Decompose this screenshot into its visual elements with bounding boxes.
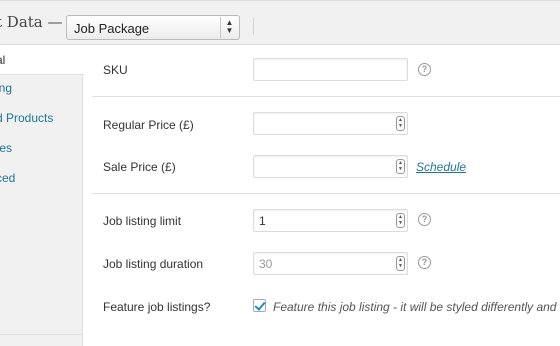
sale-price-label: Sale Price (£) bbox=[103, 160, 176, 174]
job-listing-limit-value: 1 bbox=[259, 214, 266, 228]
job-listing-duration-spinner-icon[interactable]: ▲ ▼ bbox=[396, 256, 405, 271]
job-listing-duration-help-icon[interactable]: ? bbox=[418, 256, 431, 269]
sku-help-icon[interactable]: ? bbox=[418, 63, 431, 76]
tab-job-listing[interactable]: ing bbox=[0, 73, 83, 103]
schedule-link[interactable]: Schedule bbox=[416, 160, 466, 174]
tabs-divider bbox=[0, 334, 83, 335]
regular-price-label: Regular Price (£) bbox=[103, 118, 194, 132]
feature-listings-checkbox[interactable] bbox=[253, 299, 266, 312]
tab-linked-products-label: d Products bbox=[0, 111, 54, 125]
job-listing-duration-placeholder: 30 bbox=[259, 257, 273, 271]
tab-general-label: al bbox=[0, 53, 6, 67]
sale-price-input[interactable]: ▲ ▼ bbox=[253, 155, 408, 178]
sale-price-spinner-icon[interactable]: ▲ ▼ bbox=[396, 159, 405, 174]
tab-attributes-label: tes bbox=[0, 141, 13, 155]
pricing-divider bbox=[92, 96, 560, 97]
product-data-title: t Data — bbox=[0, 13, 63, 31]
sku-input[interactable] bbox=[253, 58, 408, 81]
job-listing-limit-input[interactable]: 1 ▲ ▼ bbox=[253, 209, 408, 232]
product-data-header: t Data — Job Package ▲ ▼ bbox=[0, 0, 560, 45]
select-arrows-icon: ▲ ▼ bbox=[220, 17, 238, 38]
product-data-tabs: al ing d Products tes ced bbox=[0, 45, 84, 346]
tab-linked-products[interactable]: d Products bbox=[0, 103, 83, 133]
feature-listings-label: Feature job listings? bbox=[103, 300, 211, 314]
tab-job-listing-label: ing bbox=[0, 81, 13, 95]
product-type-value: Job Package bbox=[74, 21, 150, 36]
job-listing-duration-input[interactable]: 30 ▲ ▼ bbox=[253, 252, 408, 275]
job-listing-limit-help-icon[interactable]: ? bbox=[418, 213, 431, 226]
sku-label: SKU bbox=[103, 63, 128, 77]
job-listing-limit-label: Job listing limit bbox=[103, 214, 182, 228]
listing-divider bbox=[92, 193, 560, 194]
header-divider bbox=[253, 18, 254, 35]
feature-listings-description: Feature this job listing - it will be st… bbox=[273, 300, 557, 314]
regular-price-spinner-icon[interactable]: ▲ ▼ bbox=[396, 116, 405, 131]
regular-price-input[interactable]: ▲ ▼ bbox=[253, 112, 408, 135]
tab-advanced[interactable]: ced bbox=[0, 163, 83, 193]
product-type-select[interactable]: Job Package ▲ ▼ bbox=[66, 15, 240, 40]
tab-general[interactable]: al bbox=[0, 45, 84, 75]
job-listing-duration-label: Job listing duration bbox=[103, 257, 204, 271]
tab-advanced-label: ced bbox=[0, 171, 16, 185]
job-listing-limit-spinner-icon[interactable]: ▲ ▼ bbox=[396, 213, 405, 228]
tab-attributes[interactable]: tes bbox=[0, 133, 83, 163]
